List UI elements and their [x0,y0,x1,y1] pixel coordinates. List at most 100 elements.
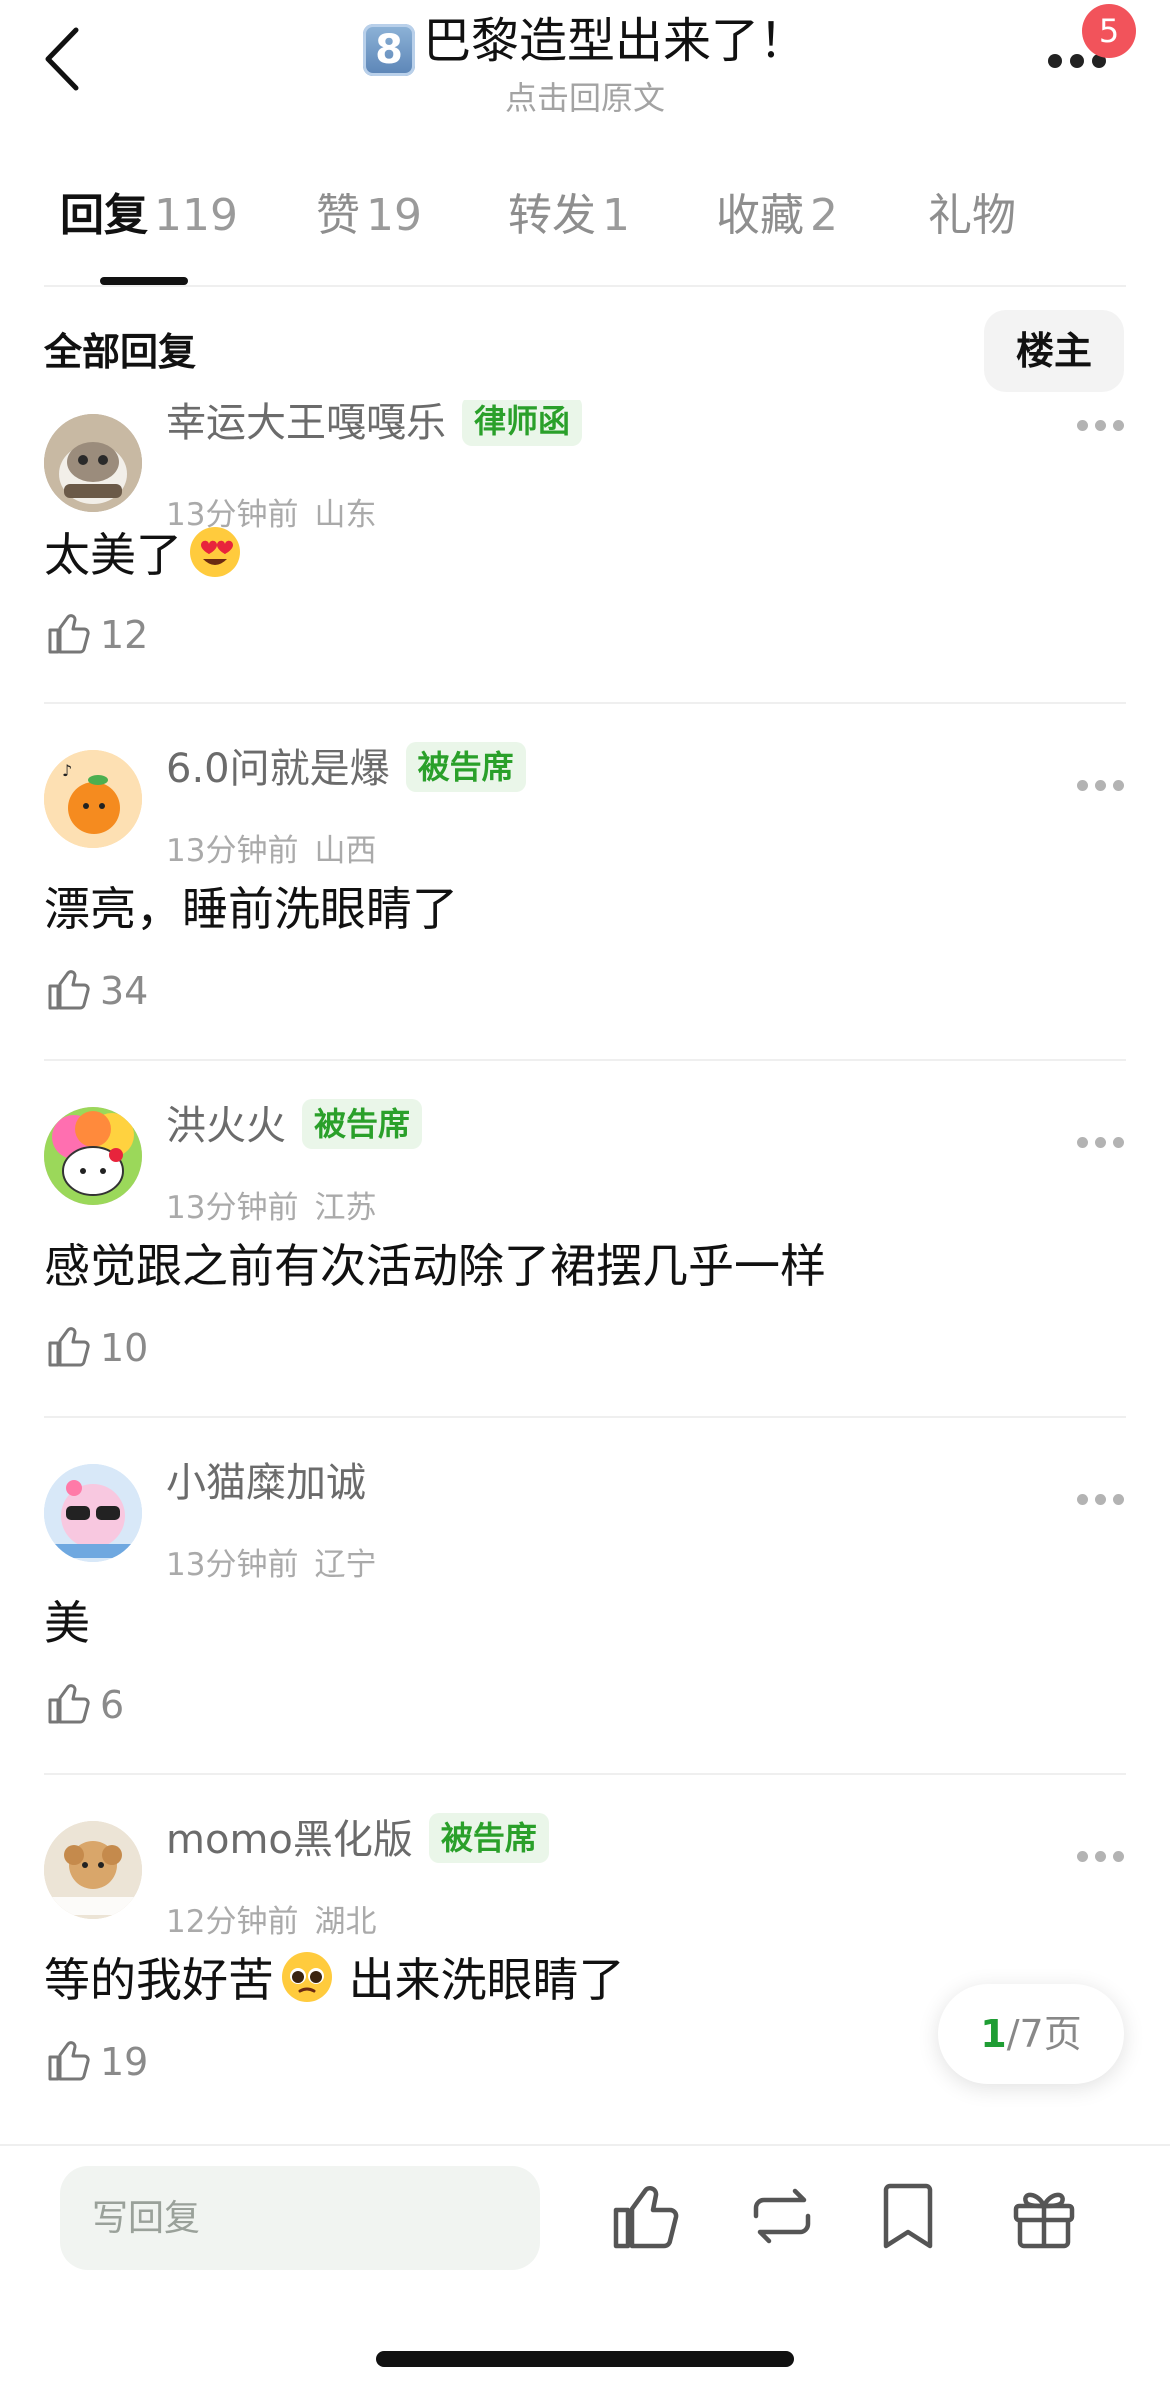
comment-more-button[interactable] [1077,1494,1125,1506]
puppy-avatar-icon [44,1821,142,1919]
tab-count: 1 [602,190,630,241]
comment-text: 美 [44,1596,90,1650]
commenter-name-text: 幸运大王嘎嘎乐 [166,400,446,446]
avatar[interactable]: ♪ [44,750,142,848]
comment-item: 洪火火 被告席 13分钟前 江苏 感觉跟之前有次活动除了裙摆几乎一样 10 [0,1061,1170,1418]
tab-gifts[interactable]: 礼物 [928,186,1016,246]
like-count: 6 [100,1683,125,1727]
hello-kitty-avatar-icon [44,1107,142,1205]
bookmark-icon [883,2183,933,2249]
comment-text-before: 等的我好苦 [44,1953,274,2007]
like-count: 12 [100,613,149,657]
comment-list[interactable]: 幸运大王嘎嘎乐 律师函 13分钟前 山东 太美了 12 ♪ 6.0问就是爆 被告… [0,400,1170,2140]
thumbs-up-icon [613,2186,679,2249]
comment-item: ♪ 6.0问就是爆 被告席 13分钟前 山西 漂亮，睡前洗眼睛了 34 [0,704,1170,1061]
comment-location: 山西 [314,833,377,869]
back-button[interactable] [40,24,86,94]
gift-icon [1013,2192,1075,2249]
more-dot-icon [1070,54,1084,68]
comment-time: 12分钟前 [166,1904,299,1940]
commenter-name[interactable]: momo黑化版 被告席 [166,1813,549,1867]
tab-replies[interactable]: 回复 119 [60,186,238,246]
commenter-name[interactable]: 幸运大王嘎嘎乐 律师函 [166,400,583,450]
all-replies-label: 全部回复 [44,330,197,374]
comment-location: 辽宁 [314,1547,377,1583]
owner-only-button[interactable]: 楼主 [984,310,1124,392]
like-button[interactable]: 6 [46,1680,166,1730]
comment-text: 漂亮，睡前洗眼睛了 [44,882,458,936]
cat-avatar-icon [44,414,142,512]
comment-more-button[interactable] [1077,780,1125,792]
commenter-name[interactable]: 6.0问就是爆 被告席 [166,742,526,796]
like-button[interactable]: 12 [46,610,166,660]
tab-likes[interactable]: 赞 19 [316,186,422,246]
bottom-bar-divider [0,2144,1170,2146]
heart-eyes-emoji-icon [190,527,240,577]
user-tag-badge: 律师函 [462,400,583,446]
header-title-area[interactable]: 8 巴黎造型出来了！ 点击回原文 [230,10,940,120]
page-indicator-button[interactable]: 1/7页 [938,1984,1124,2084]
comment-meta: 13分钟前 江苏 [166,1187,376,1229]
comment-more-button[interactable] [1077,1851,1125,1863]
title-text: 巴黎造型出来了！ [422,13,807,69]
commenter-name-text: 小猫糜加诚 [166,1460,366,1506]
avatar[interactable] [44,414,142,512]
like-count: 19 [100,2040,149,2084]
gift-button[interactable] [1004,2176,1084,2256]
tab-count: 2 [810,190,838,241]
orange-avatar-icon: ♪ [44,750,142,848]
active-tab-indicator [100,277,188,285]
avatar[interactable] [44,1464,142,1562]
comment-meta: 13分钟前 辽宁 [166,1544,376,1586]
home-indicator[interactable] [376,2351,794,2367]
total-pages: /7页 [1006,2012,1082,2056]
tab-divider [44,285,1126,287]
commenter-name[interactable]: 小猫糜加诚 [166,1456,366,1510]
comment-text: 等的我好苦 出来洗眼睛了 [44,1949,625,2011]
tab-label: 收藏 [716,190,804,241]
comment-more-button[interactable] [1077,1137,1125,1149]
commenter-name[interactable]: 洪火火 被告席 [166,1099,423,1153]
more-dot-icon [1048,54,1062,68]
like-count: 10 [100,1326,149,1370]
comment-item: 小猫糜加诚 13分钟前 辽宁 美 6 [0,1418,1170,1775]
tab-label: 赞 [316,190,360,241]
thumbs-up-icon [48,1684,90,1724]
like-button[interactable]: 34 [46,966,166,1016]
comment-location: 江苏 [314,1190,377,1226]
comment-meta: 13分钟前 山西 [166,830,376,872]
commenter-name-text: momo黑化版 [166,1817,413,1863]
tab-reposts[interactable]: 转发 1 [508,186,630,246]
tab-label: 礼物 [928,190,1016,241]
reply-input[interactable] [60,2166,540,2270]
comment-more-button[interactable] [1077,420,1125,432]
current-page: 1 [980,2012,1007,2056]
avatar[interactable] [44,1821,142,1919]
comment-text: 太美了 [44,524,242,586]
tab-label: 转发 [508,190,596,241]
pink-character-avatar-icon [44,1464,142,1562]
comment-time: 13分钟前 [166,833,299,869]
keycap-number-badge: 8 [362,24,415,76]
user-tag-badge: 被告席 [302,1099,423,1149]
like-button[interactable]: 19 [46,2037,166,2087]
like-count: 34 [100,969,149,1013]
pleading-face-emoji-icon [282,1952,332,2002]
repost-icon [753,2188,811,2244]
like-button[interactable]: 10 [46,1323,166,1373]
tab-favorites[interactable]: 收藏 2 [716,186,838,246]
bookmark-button[interactable] [868,2176,948,2256]
like-post-button[interactable] [606,2176,686,2256]
back-to-original-link[interactable]: 点击回原文 [230,76,940,120]
user-tag-badge: 被告席 [428,1813,549,1863]
notification-badge: 5 [1082,4,1136,58]
page-title: 8 巴黎造型出来了！ [230,10,940,76]
avatar[interactable] [44,1107,142,1205]
commenter-name-text: 洪火火 [166,1103,286,1149]
repost-button[interactable] [742,2176,822,2256]
comment-meta: 12分钟前 湖北 [166,1901,376,1943]
tab-label: 回复 [60,190,148,241]
thumbs-up-icon [48,970,90,1010]
thumbs-up-icon [48,1327,90,1367]
tab-count: 119 [154,190,238,241]
